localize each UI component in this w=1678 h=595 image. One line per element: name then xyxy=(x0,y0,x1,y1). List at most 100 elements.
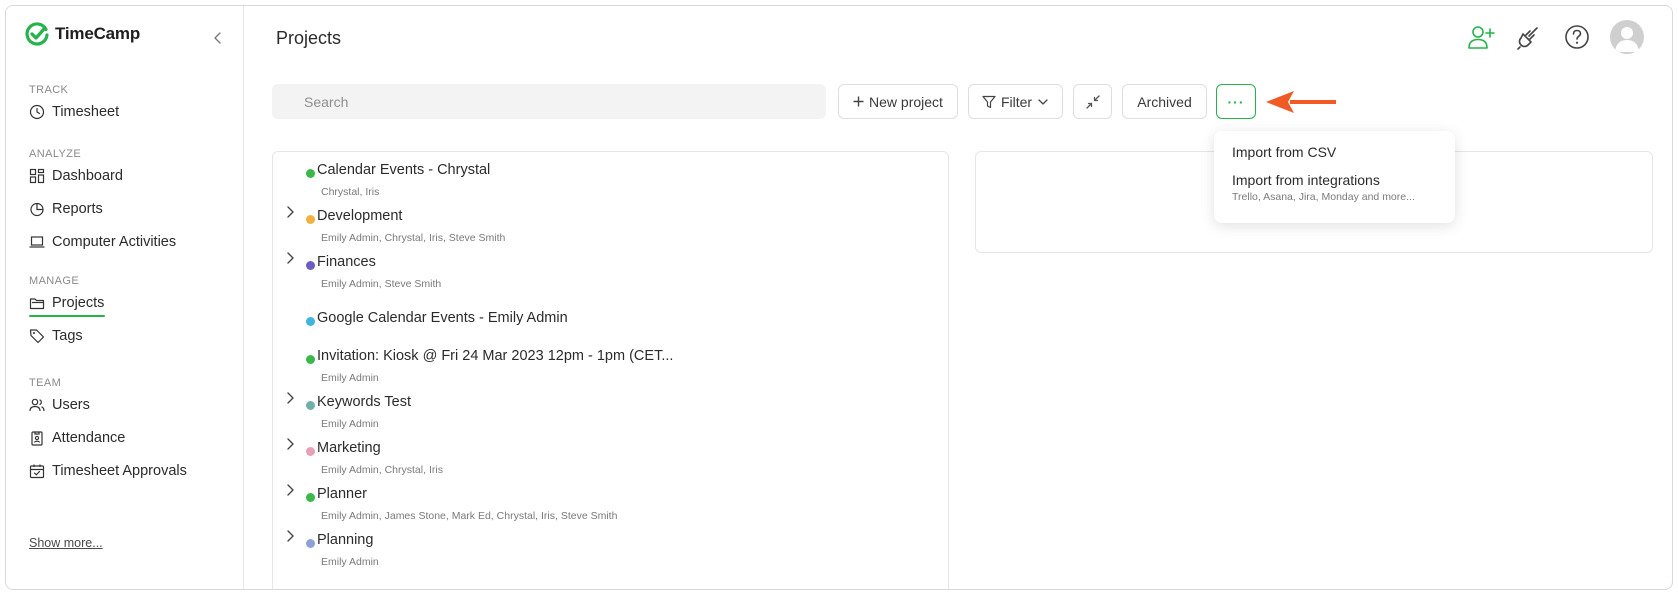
table-row[interactable]: Keywords Test Emily Admin xyxy=(273,390,948,434)
project-list: Calendar Events - Chrystal Chrystal, Iris… xyxy=(272,151,949,589)
new-project-label: New project xyxy=(869,93,943,110)
users-icon xyxy=(29,398,45,411)
new-project-button[interactable]: New project xyxy=(838,84,958,119)
integrations-button[interactable] xyxy=(1514,22,1544,52)
project-color-dot xyxy=(306,215,315,224)
help-button[interactable] xyxy=(1562,22,1592,52)
app-window: TimeCamp TRACK Timesheet ANALYZE Dashboa… xyxy=(5,5,1673,590)
chevron-right-icon[interactable] xyxy=(283,436,297,452)
sidebar-item-label: Dashboard xyxy=(52,167,123,184)
top-icon-bar xyxy=(1466,20,1644,54)
import-integrations-option[interactable]: Import from integrations Trello, Asana, … xyxy=(1232,172,1437,203)
project-name[interactable]: Planning xyxy=(317,532,373,548)
filter-button[interactable]: Filter xyxy=(968,84,1063,119)
plus-icon xyxy=(853,96,864,107)
table-row[interactable]: Development Emily Admin, Chrystal, Iris, … xyxy=(273,204,948,248)
chevron-right-icon[interactable] xyxy=(283,482,297,498)
folder-icon xyxy=(29,297,45,309)
sidebar-item-label: Reports xyxy=(52,200,103,217)
chevron-right-icon[interactable] xyxy=(283,528,297,544)
filter-label: Filter xyxy=(1000,93,1033,110)
badge-icon xyxy=(31,430,43,446)
collapse-sidebar-icon[interactable] xyxy=(211,30,225,46)
sidebar-item-label: Timesheet xyxy=(52,103,120,120)
sidebar-item-label: Timesheet Approvals xyxy=(52,462,187,479)
project-color-dot xyxy=(306,355,315,364)
sidebar-item-tags[interactable]: Tags xyxy=(29,319,104,352)
sidebar-item-projects[interactable]: Projects xyxy=(29,286,106,319)
more-options-button[interactable]: ··· xyxy=(1216,84,1256,119)
sidebar-item-label: Projects xyxy=(52,294,105,311)
nav-section-analyze: ANALYZE Dashboard Reports Computer Activ… xyxy=(29,148,176,258)
project-color-dot xyxy=(306,317,315,326)
collapse-all-button[interactable] xyxy=(1073,84,1112,119)
project-name[interactable]: Invitation: Kiosk @ Fri 24 Mar 2023 12pm… xyxy=(317,348,673,364)
project-color-dot xyxy=(306,169,315,178)
invite-user-button[interactable] xyxy=(1466,22,1496,52)
sidebar-item-computer-activities[interactable]: Computer Activities xyxy=(29,225,176,258)
filter-icon xyxy=(982,95,996,108)
show-more-link[interactable]: Show more... xyxy=(29,536,103,550)
search-input[interactable] xyxy=(272,84,826,119)
project-members: Emily Admin, James Stone, Mark Ed, Chrys… xyxy=(321,510,618,522)
chevron-down-icon xyxy=(1038,98,1048,105)
table-row[interactable]: Marketing Emily Admin, Chrystal, Iris xyxy=(273,436,948,480)
table-row[interactable]: Invitation: Kiosk @ Fri 24 Mar 2023 12pm… xyxy=(273,344,948,388)
project-members: Chrystal, Iris xyxy=(321,186,380,198)
calendar-check-icon xyxy=(29,464,45,478)
menu-item-label: Import from CSV xyxy=(1232,144,1337,160)
menu-item-label: Import from integrations xyxy=(1232,172,1380,188)
help-icon xyxy=(1565,25,1589,49)
project-color-dot xyxy=(306,539,315,548)
project-name[interactable]: Keywords Test xyxy=(317,394,411,410)
project-members: Emily Admin, Chrystal, Iris xyxy=(321,464,443,476)
table-row[interactable]: Calendar Events - Chrystal Chrystal, Iris xyxy=(273,158,948,202)
page-title: Projects xyxy=(276,28,342,48)
brand[interactable]: TimeCamp xyxy=(24,21,140,47)
sidebar-item-label: Attendance xyxy=(52,429,126,446)
project-members: Emily Admin xyxy=(321,372,379,384)
main-content: Projects New project Filter xyxy=(244,6,1672,589)
clock-icon xyxy=(29,104,45,119)
brand-name: TimeCamp xyxy=(55,24,141,43)
project-members: Emily Admin, Chrystal, Iris, Steve Smith xyxy=(321,232,506,244)
collapse-arrows-icon xyxy=(1085,94,1100,109)
project-name[interactable]: Finances xyxy=(317,254,376,270)
sidebar-item-attendance[interactable]: Attendance xyxy=(29,421,187,454)
chevron-right-icon[interactable] xyxy=(283,204,297,220)
avatar[interactable] xyxy=(1610,20,1644,54)
sidebar-item-timesheet[interactable]: Timesheet xyxy=(29,95,119,128)
project-name[interactable]: Planner xyxy=(317,486,367,502)
project-name[interactable]: Google Calendar Events - Emily Admin xyxy=(317,310,568,326)
sidebar-item-label: Users xyxy=(52,396,90,413)
import-csv-option[interactable]: Import from CSV xyxy=(1232,144,1437,160)
table-row[interactable]: Planner Emily Admin, James Stone, Mark Ed… xyxy=(273,482,948,526)
project-name[interactable]: Development xyxy=(317,208,402,224)
project-name[interactable]: Marketing xyxy=(317,440,381,456)
table-row[interactable]: Finances Emily Admin, Steve Smith xyxy=(273,250,948,294)
project-members: Emily Admin xyxy=(321,418,379,430)
sidebar-item-timesheet-approvals[interactable]: Timesheet Approvals xyxy=(29,454,187,487)
sidebar: TimeCamp TRACK Timesheet ANALYZE Dashboa… xyxy=(6,6,244,589)
chevron-right-icon[interactable] xyxy=(283,250,297,266)
annotation-arrow-icon xyxy=(1266,91,1336,113)
archived-button[interactable]: Archived xyxy=(1122,84,1207,119)
table-row[interactable]: Planning Emily Admin xyxy=(273,528,948,572)
nav-section-track: TRACK Timesheet xyxy=(29,84,119,128)
chevron-right-icon[interactable] xyxy=(283,390,297,406)
add-user-icon xyxy=(1468,26,1495,49)
project-name[interactable]: Calendar Events - Chrystal xyxy=(317,162,490,178)
project-color-dot xyxy=(306,401,315,410)
plug-icon xyxy=(1517,27,1538,50)
sidebar-item-reports[interactable]: Reports xyxy=(29,192,176,225)
project-members: Emily Admin xyxy=(321,556,379,568)
sidebar-item-users[interactable]: Users xyxy=(29,388,187,421)
tag-icon xyxy=(29,328,45,343)
timecamp-logo-icon xyxy=(25,22,49,46)
sidebar-item-label: Computer Activities xyxy=(52,233,177,250)
project-color-dot xyxy=(306,493,315,502)
nav-section-manage: MANAGE Projects Tags xyxy=(29,275,106,352)
nav-section-team: TEAM Users Attendance Timesheet Approval… xyxy=(29,377,187,487)
sidebar-item-dashboard[interactable]: Dashboard xyxy=(29,159,176,192)
dashboard-icon xyxy=(29,168,45,183)
